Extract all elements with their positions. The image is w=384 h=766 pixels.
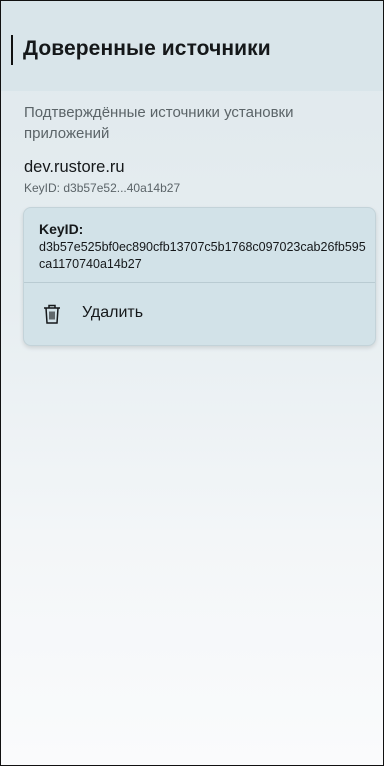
source-name[interactable]: dev.rustore.ru <box>24 158 125 177</box>
source-context-menu: KeyID: d3b57e525bf0ec890cfb13707c5b1768c… <box>23 207 376 346</box>
delete-label: Удалить <box>82 304 144 321</box>
section-description: Подтверждённые источники установки прило… <box>24 104 294 142</box>
page-title: Доверенные источники <box>23 37 271 60</box>
key-id-label: KeyID: <box>39 221 84 237</box>
app-bar: Доверенные источники <box>1 1 383 91</box>
text-cursor <box>11 35 13 65</box>
screen: Доверенные источники Подтверждённые исто… <box>0 0 384 766</box>
delete-button[interactable]: Удалить <box>24 283 375 343</box>
key-id-value: d3b57e525bf0ec890cfb13707c5b1768c097023c… <box>39 240 366 271</box>
trash-icon <box>44 304 60 324</box>
source-key-id: KeyID: d3b57e52...40a14b27 <box>24 181 181 195</box>
